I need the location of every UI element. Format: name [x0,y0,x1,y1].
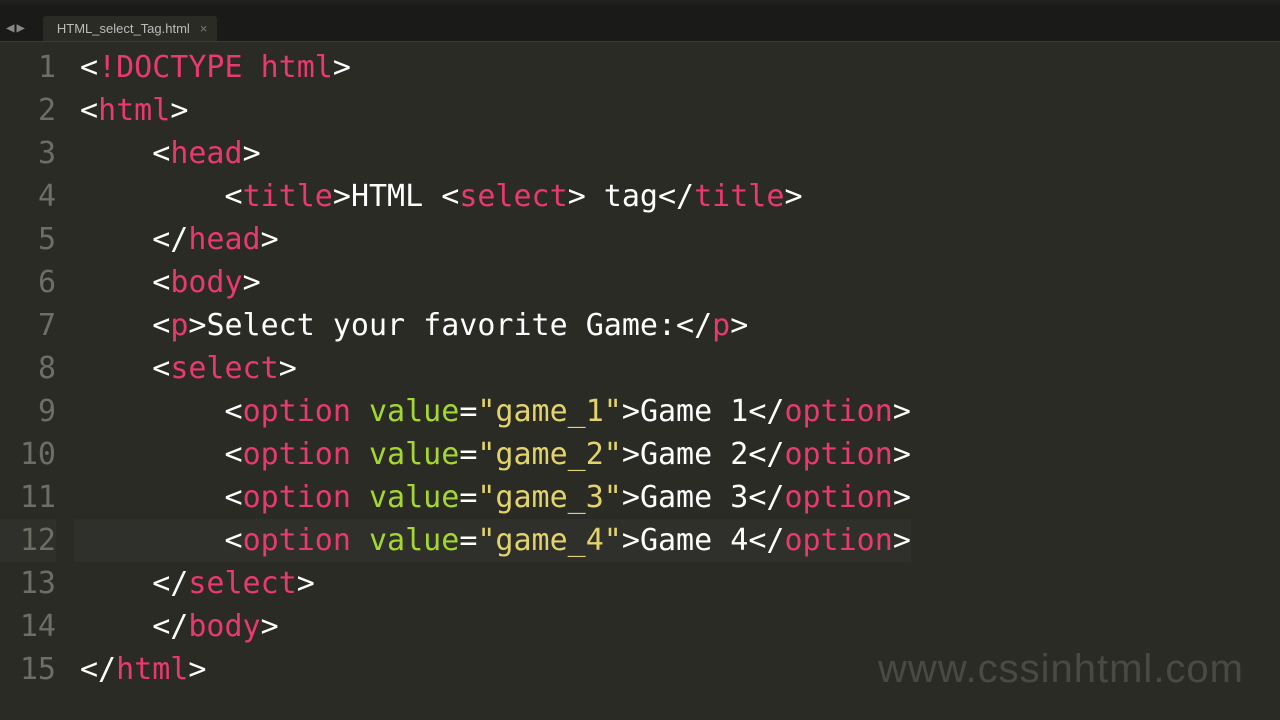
line-number: 3 [0,132,56,175]
line-number: 13 [0,562,56,605]
watermark-text: www.cssinhtml.com [878,647,1244,692]
code-line[interactable]: <head> [74,132,911,175]
code-line[interactable]: <option value="game_1">Game 1</option> [74,390,911,433]
line-number: 1 [0,46,56,89]
code-line[interactable]: </select> [74,562,911,605]
code-line[interactable]: <body> [74,261,911,304]
line-number: 2 [0,89,56,132]
tab-active[interactable]: HTML_select_Tag.html × [43,16,218,41]
code-editor[interactable]: 123456789101112131415 <!DOCTYPE html><ht… [0,42,1280,720]
code-line[interactable]: <option value="game_3">Game 3</option> [74,476,911,519]
code-line[interactable]: <select> [74,347,911,390]
close-icon[interactable]: × [200,21,208,36]
line-number: 15 [0,648,56,691]
nav-arrows: ◀ ▶ [6,21,31,41]
code-line[interactable]: <p>Select your favorite Game:</p> [74,304,911,347]
line-number: 9 [0,390,56,433]
line-number: 12 [0,519,56,562]
tab-strip: ◀ ▶ HTML_select_Tag.html × [0,8,1280,42]
line-gutter: 123456789101112131415 [0,46,74,720]
line-number: 7 [0,304,56,347]
code-line[interactable]: </head> [74,218,911,261]
line-number: 11 [0,476,56,519]
code-line[interactable]: <option value="game_2">Game 2</option> [74,433,911,476]
tab-title: HTML_select_Tag.html [57,21,190,36]
window-top-bar [0,0,1280,8]
code-line[interactable]: <!DOCTYPE html> [74,46,911,89]
nav-back-icon[interactable]: ◀ [6,21,14,35]
line-number: 10 [0,433,56,476]
code-line[interactable]: <title>HTML <select> tag</title> [74,175,911,218]
code-line[interactable]: <option value="game_4">Game 4</option> [74,519,911,562]
line-number: 8 [0,347,56,390]
line-number: 5 [0,218,56,261]
line-number: 4 [0,175,56,218]
code-line[interactable]: </body> [74,605,911,648]
line-number: 14 [0,605,56,648]
code-line[interactable]: <html> [74,89,911,132]
code-content[interactable]: <!DOCTYPE html><html> <head> <title>HTML… [74,46,911,720]
nav-forward-icon[interactable]: ▶ [16,21,24,35]
code-line[interactable]: </html> [74,648,911,691]
line-number: 6 [0,261,56,304]
